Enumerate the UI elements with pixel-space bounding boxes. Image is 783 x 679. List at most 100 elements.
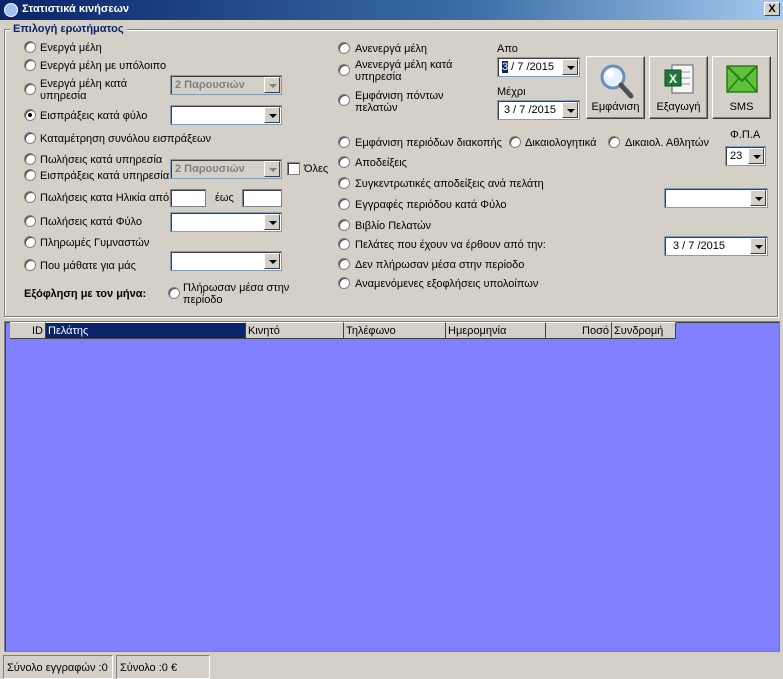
registrations-gender-combo[interactable]	[664, 188, 768, 208]
app-icon	[4, 3, 18, 17]
label-customers-to-come: Πελάτες που έχουν να έρθουν από την:	[355, 239, 546, 251]
presence-combo-1-value: 2 Παρουσιών	[175, 79, 245, 91]
to-label: Μέχρι	[497, 86, 526, 98]
since-date-value: 3 / 7 /2015	[673, 240, 725, 252]
radio-active-members-balance[interactable]	[24, 59, 36, 71]
export-button[interactable]: X Εξαγωγή	[649, 56, 708, 119]
from-date-rest: / 7 /2015	[508, 61, 554, 73]
presence-combo-2[interactable]: 2 Παρουσιών	[170, 159, 282, 179]
magnifier-icon	[600, 64, 633, 99]
radio-customer-book[interactable]	[338, 219, 350, 231]
presence-combo-1[interactable]: 2 Παρουσιών	[170, 75, 282, 95]
from-date-picker[interactable]: 3 / 7 /2015	[497, 57, 580, 77]
all-checkbox[interactable]	[287, 162, 300, 175]
chevron-down-icon[interactable]	[750, 190, 766, 206]
label-age-to: έως	[215, 192, 234, 204]
label-active-members-by-service: Ενεργά μέλη κατά υπηρεσία	[40, 78, 128, 102]
status-total: Σύνολο :0 €	[116, 655, 210, 679]
vat-value: 23	[730, 150, 743, 162]
radio-income-by-gender[interactable]	[24, 109, 36, 121]
show-button[interactable]: Εμφάνιση	[586, 56, 645, 119]
label-not-paid: Δεν πλήρωσαν μέσα στην περίοδο	[355, 259, 525, 271]
column-mobile[interactable]: Κινητό	[246, 322, 344, 339]
radio-customers-to-come[interactable]	[338, 238, 350, 250]
since-date-picker[interactable]: 3 / 7 /2015	[664, 236, 768, 256]
chevron-down-icon[interactable]	[264, 161, 280, 177]
chevron-down-icon[interactable]	[562, 102, 578, 118]
label-sales-by-age: Πωλήσεις κατα Ηλικία από	[40, 192, 170, 204]
radio-sales-by-service[interactable]	[24, 153, 36, 165]
status-bar: Σύνολο εγγραφών :0 Σύνολο :0 €	[0, 654, 783, 679]
chevron-down-icon[interactable]	[264, 77, 280, 93]
status-records: Σύνολο εγγραφών :0	[3, 655, 113, 679]
close-button[interactable]: X	[764, 2, 780, 16]
column-phone[interactable]: Τηλέφωνο	[344, 322, 446, 339]
label-inactive-members: Ανενεργά μέλη	[355, 43, 427, 55]
label-trainer-payments: Πληρωμές Γυμναστών	[40, 237, 150, 249]
radio-paid-in-period[interactable]	[168, 287, 180, 299]
radio-active-members-by-service[interactable]	[24, 83, 36, 95]
chevron-down-icon[interactable]	[264, 214, 280, 230]
show-button-label: Εμφάνιση	[591, 101, 640, 113]
label-sales-by-service: Πωλήσεις κατά υπηρεσία	[40, 154, 163, 166]
chevron-down-icon[interactable]	[264, 253, 280, 269]
sales-gender-combo[interactable]	[170, 212, 282, 232]
radio-justifications[interactable]	[509, 136, 521, 148]
label-receipts: Αποδείξεις	[355, 157, 407, 169]
label-how-heard: Που μάθατε για μάς	[40, 260, 136, 272]
label-total-income: Καταμέτρηση συνόλου εισπράξεων	[40, 133, 212, 145]
grid-header: ID Πελάτης Κινητό Τηλέφωνο Ημερομηνία Πο…	[10, 322, 676, 339]
label-justifications: Δικαιολογητικά	[525, 137, 597, 149]
excel-icon: X	[664, 64, 693, 94]
radio-sales-by-gender[interactable]	[24, 215, 36, 227]
column-subscription[interactable]: Συνδρομή	[612, 322, 676, 339]
chevron-down-icon[interactable]	[748, 148, 764, 164]
export-button-label: Εξαγωγή	[656, 101, 701, 113]
radio-inactive-by-service[interactable]	[338, 64, 350, 76]
radio-registrations-by-gender[interactable]	[338, 198, 350, 210]
radio-expected-payments[interactable]	[338, 277, 350, 289]
radio-not-paid[interactable]	[338, 258, 350, 270]
label-inactive-by-service: Ανενεργά μέλη κατά υπηρεσία	[355, 59, 453, 83]
label-all: Όλες	[304, 163, 329, 175]
results-grid[interactable]: ID Πελάτης Κινητό Τηλέφωνο Ημερομηνία Πο…	[4, 321, 780, 652]
presence-combo-2-value: 2 Παρουσιών	[175, 163, 245, 175]
radio-receipts[interactable]	[338, 156, 350, 168]
radio-interruption[interactable]	[338, 136, 350, 148]
label-summary-receipts: Συγκεντρωτικές αποδείξεις ανά πελάτη	[355, 178, 544, 190]
how-heard-combo[interactable]	[170, 251, 282, 271]
chevron-down-icon[interactable]	[562, 59, 578, 75]
svg-text:X: X	[668, 72, 676, 86]
column-date[interactable]: Ημερομηνία	[446, 322, 546, 339]
from-label: Απο	[497, 43, 518, 55]
radio-active-members[interactable]	[24, 41, 36, 53]
radio-points[interactable]	[338, 94, 350, 106]
label-registrations-by-gender: Εγγραφές περιόδου κατά Φύλο	[355, 199, 507, 211]
chevron-down-icon[interactable]	[750, 238, 766, 254]
sms-button[interactable]: SMS	[712, 56, 771, 119]
radio-inactive-members[interactable]	[338, 42, 350, 54]
label-paid-in-period: Πλήρωσαν μέσα στην περίοδο	[183, 282, 290, 306]
label-active-members-balance: Ενεργά μέλη με υπόλοιπο	[40, 60, 167, 72]
sms-button-label: SMS	[729, 101, 754, 113]
radio-total-income[interactable]	[24, 132, 36, 144]
age-from-input[interactable]	[170, 189, 206, 207]
settlement-label: Εξόφληση με τον μήνα:	[24, 288, 147, 300]
age-to-input[interactable]	[242, 189, 282, 207]
radio-how-heard[interactable]	[24, 259, 36, 271]
gender-combo[interactable]	[170, 105, 282, 125]
vat-label: Φ.Π.Α	[730, 129, 761, 141]
label-interruption: Εμφάνιση περιόδων διακοπής	[355, 137, 502, 149]
radio-athletes-justifications[interactable]	[608, 136, 620, 148]
label-expected-payments: Αναμενόμενες εξοφλήσεις υπολοίπων	[355, 278, 539, 290]
radio-sales-by-age[interactable]	[24, 191, 36, 203]
chevron-down-icon[interactable]	[264, 107, 280, 123]
vat-combo[interactable]: 23	[725, 146, 766, 166]
column-customer[interactable]: Πελάτης	[46, 322, 246, 339]
column-id[interactable]: ID	[10, 322, 46, 339]
radio-trainer-payments[interactable]	[24, 236, 36, 248]
radio-summary-receipts[interactable]	[338, 177, 350, 189]
radio-income-by-service[interactable]	[24, 169, 36, 181]
to-date-picker[interactable]: 3 / 7 /2015	[497, 100, 580, 120]
column-amount[interactable]: Ποσό	[546, 322, 612, 339]
